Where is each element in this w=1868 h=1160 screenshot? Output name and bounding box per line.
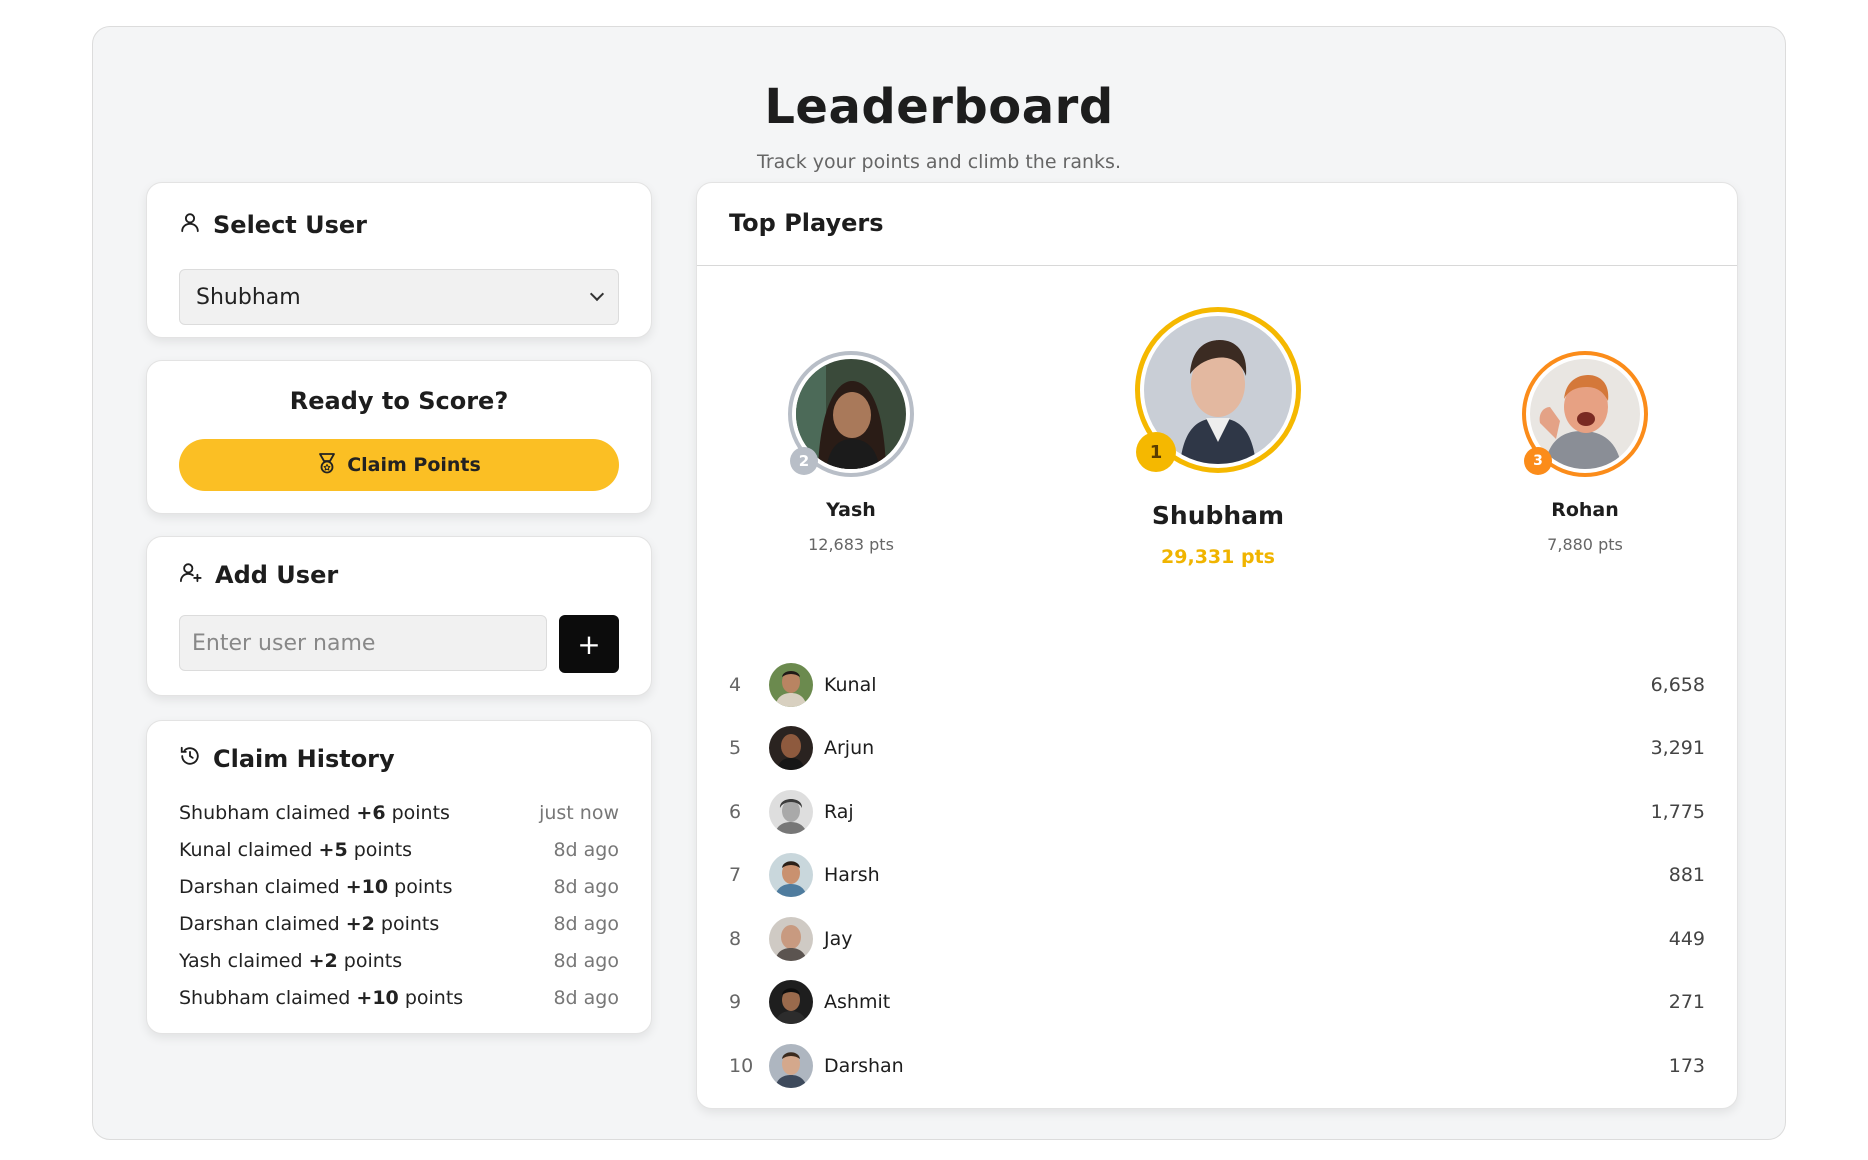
ranking-row: 10 Darshan 173	[729, 1034, 1705, 1098]
medal-icon	[317, 452, 337, 479]
user-name-input[interactable]: Enter user name	[179, 615, 547, 671]
select-user-heading: Select User	[179, 211, 619, 239]
rank-badge-1: 1	[1136, 432, 1176, 472]
claim-button-label: Claim Points	[347, 454, 481, 476]
player-name: Ashmit	[824, 991, 891, 1014]
rank-number: 7	[729, 864, 742, 887]
select-user-card: Select User Shubham	[146, 182, 652, 338]
player-name: Harsh	[824, 864, 880, 887]
podium-second-name: Yash	[826, 499, 876, 521]
player-name: Darshan	[824, 1054, 904, 1077]
podium-second: 2 Yash 12,683 pts	[721, 351, 981, 554]
top-players-title: Top Players	[729, 209, 884, 237]
avatar: 2	[788, 351, 914, 477]
player-score: 449	[1668, 927, 1705, 950]
history-time: just now	[539, 802, 619, 824]
page-subtitle: Track your points and climb the ranks.	[757, 151, 1121, 173]
add-user-card: Add User Enter user name +	[146, 536, 652, 696]
claim-history-heading: Claim History	[179, 745, 619, 773]
history-time: 8d ago	[553, 987, 619, 1009]
ranking-row: 6 Raj 1,775	[729, 780, 1705, 844]
rank-badge-2: 2	[790, 447, 818, 475]
history-item: Shubham claimed +10 points 8d ago	[179, 980, 619, 1017]
player-score: 1,775	[1650, 800, 1705, 823]
add-user-title: Add User	[215, 561, 339, 589]
rank-number: 9	[729, 991, 742, 1014]
rank-number: 4	[729, 673, 742, 696]
top-players-card: Top Players 2 Yash 12,683 pts 1 Shubham …	[696, 182, 1738, 1109]
ranking-row: 9 Ashmit 271	[729, 971, 1705, 1035]
history-time: 8d ago	[553, 876, 619, 898]
user-icon	[179, 211, 201, 239]
history-item: Yash claimed +2 points 8d ago	[179, 943, 619, 980]
ranking-row: 8 Jay 449	[729, 907, 1705, 971]
history-item: Kunal claimed +5 points 8d ago	[179, 832, 619, 869]
history-time: 8d ago	[553, 950, 619, 972]
claim-history-card: Claim History Shubham claimed +6 points …	[146, 720, 652, 1034]
history-item: Shubham claimed +6 points just now	[179, 795, 619, 832]
history-time: 8d ago	[553, 839, 619, 861]
podium-first: 1 Shubham 29,331 pts	[1088, 307, 1348, 568]
select-user-title: Select User	[213, 211, 368, 239]
avatar	[769, 726, 813, 771]
rank-number: 10	[729, 1054, 754, 1077]
player-score: 3,291	[1650, 737, 1705, 760]
ranking-row: 5 Arjun 3,291	[729, 717, 1705, 781]
history-time: 8d ago	[553, 913, 619, 935]
add-user-heading: Add User	[179, 561, 619, 589]
rank-number: 8	[729, 927, 742, 950]
add-user-button[interactable]: +	[559, 615, 619, 673]
player-score: 881	[1668, 864, 1705, 887]
avatar	[769, 916, 813, 961]
podium-third-points: 7,880 pts	[1547, 535, 1623, 554]
avatar: 1	[1135, 307, 1301, 473]
history-item: Darshan claimed +2 points 8d ago	[179, 906, 619, 943]
player-name: Jay	[824, 927, 853, 950]
claim-history-title: Claim History	[213, 745, 395, 773]
history-item: Darshan claimed +10 points 8d ago	[179, 869, 619, 906]
chevron-down-icon	[589, 286, 605, 302]
podium-first-name: Shubham	[1151, 501, 1285, 530]
player-name: Arjun	[824, 737, 875, 760]
player-score: 173	[1668, 1054, 1705, 1077]
claim-history-list: Shubham claimed +6 points just now Kunal…	[179, 795, 619, 1017]
rank-number: 6	[729, 800, 742, 823]
podium-third-name: Rohan	[1551, 499, 1619, 521]
player-name: Raj	[824, 800, 854, 823]
claim-card: Ready to Score? Claim Points	[146, 360, 652, 514]
claim-points-button[interactable]: Claim Points	[179, 439, 619, 491]
user-select-value: Shubham	[196, 284, 301, 310]
avatar	[769, 980, 813, 1025]
podium-second-points: 12,683 pts	[808, 535, 894, 554]
podium-first-points: 29,331 pts	[1161, 546, 1275, 568]
podium-third: 3 Rohan 7,880 pts	[1455, 351, 1715, 554]
page-title: Leaderboard	[764, 79, 1114, 135]
claim-title: Ready to Score?	[289, 387, 509, 415]
rank-number: 5	[729, 737, 742, 760]
rank-badge-3: 3	[1524, 447, 1552, 475]
avatar: 3	[1522, 351, 1648, 477]
player-score: 6,658	[1650, 673, 1705, 696]
player-score: 271	[1668, 991, 1705, 1014]
add-user-icon	[179, 561, 203, 589]
ranking-row: 7 Harsh 881	[729, 844, 1705, 908]
player-name: Kunal	[824, 673, 877, 696]
ranking-row: 4 Kunal 6,658	[729, 653, 1705, 717]
leaderboard-panel: Leaderboard Track your points and climb …	[92, 26, 1786, 1140]
avatar	[769, 662, 813, 707]
avatar	[769, 789, 813, 834]
user-select[interactable]: Shubham	[179, 269, 619, 325]
avatar	[769, 853, 813, 898]
podium: 2 Yash 12,683 pts 1 Shubham 29,331 pts 3…	[697, 267, 1737, 597]
history-icon	[179, 745, 201, 773]
ranking-list: 4 Kunal 6,658 5 Arjun 3,291 6 Raj 1,775 …	[729, 653, 1705, 1098]
avatar	[769, 1043, 813, 1088]
